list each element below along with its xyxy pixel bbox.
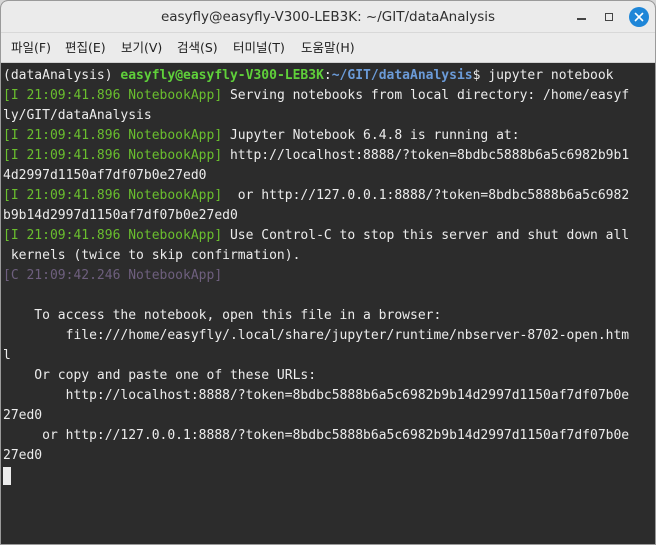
- output-line: 27ed0: [3, 448, 43, 463]
- log-tag: [I 21:09:41.896 NotebookApp]: [3, 88, 223, 103]
- log-message: Use Control-C to stop this server and sh…: [222, 228, 630, 243]
- output-line: To access the notebook, open this file i…: [3, 308, 442, 323]
- title-bar[interactable]: easyfly@easyfly-V300-LEB3K: ~/GIT/dataAn…: [1, 1, 655, 33]
- menu-help[interactable]: 도움말(H): [301, 33, 355, 63]
- log-message: Serving notebooks from local directory: …: [222, 88, 630, 103]
- output-line: l: [3, 348, 11, 363]
- log-tag: [I 21:09:41.896 NotebookApp]: [3, 188, 223, 203]
- log-line: b9b14d2997d1150af7df07b0e27ed0: [3, 206, 645, 226]
- menu-bar: 파일(F) 편집(E) 보기(V) 검색(S) 터미널(T) 도움말(H): [1, 33, 655, 63]
- log-message: kernels (twice to skip confirmation).: [3, 248, 301, 263]
- output-line: Or copy and paste one of these URLs:: [3, 368, 317, 383]
- terminal-output[interactable]: (dataAnalysis) easyfly@easyfly-V300-LEB3…: [1, 63, 645, 544]
- output-line: 27ed0: [3, 408, 43, 423]
- menu-file[interactable]: 파일(F): [11, 33, 51, 63]
- text-cursor: [3, 466, 11, 485]
- menu-terminal[interactable]: 터미널(T): [233, 33, 285, 63]
- critical-log-line: [C 21:09:42.246 NotebookApp]: [3, 266, 645, 286]
- log-line: [I 21:09:41.896 NotebookApp] Serving not…: [3, 86, 645, 106]
- close-button[interactable]: [629, 7, 649, 27]
- log-line: [I 21:09:41.896 NotebookApp] or http://1…: [3, 186, 645, 206]
- prompt-colon: :: [323, 68, 332, 83]
- log-line: [I 21:09:41.896 NotebookApp] Jupyter Not…: [3, 126, 645, 146]
- terminal-window: easyfly@easyfly-V300-LEB3K: ~/GIT/dataAn…: [0, 0, 656, 545]
- prompt-user-host: easyfly@easyfly-V300-LEB3K: [120, 68, 324, 83]
- maximize-icon: [605, 13, 613, 21]
- cursor-line: [3, 466, 645, 486]
- log-tag: [I 21:09:41.896 NotebookApp]: [3, 148, 223, 163]
- log-message: Jupyter Notebook 6.4.8 is running at:: [222, 128, 520, 143]
- minimize-button[interactable]: [571, 7, 591, 27]
- prompt-env: (dataAnalysis): [3, 68, 121, 83]
- menu-view[interactable]: 보기(V): [121, 33, 162, 63]
- log-tag: [I 21:09:41.896 NotebookApp]: [3, 128, 223, 143]
- prompt-path: ~/GIT/dataAnalysis: [331, 68, 473, 83]
- log-message: ly/GIT/dataAnalysis: [3, 108, 152, 123]
- prompt-line: (dataAnalysis) easyfly@easyfly-V300-LEB3…: [3, 66, 645, 86]
- maximize-button[interactable]: [599, 7, 619, 27]
- log-message: b9b14d2997d1150af7df07b0e27ed0: [3, 208, 238, 223]
- log-message: http://localhost:8888/?token=8bdbc5888b6…: [222, 148, 630, 163]
- log-message: 4d2997d1150af7df07b0e27ed0: [3, 168, 207, 183]
- output-line: or http://127.0.0.1:8888/?token=8bdbc588…: [3, 428, 630, 443]
- log-line: 4d2997d1150af7df07b0e27ed0: [3, 166, 645, 186]
- log-line: [I 21:09:41.896 NotebookApp] http://loca…: [3, 146, 645, 166]
- critical-tag: [C 21:09:42.246 NotebookApp]: [3, 268, 223, 283]
- output-line: file:///home/easyfly/.local/share/jupyte…: [3, 328, 630, 343]
- log-line: [I 21:09:41.896 NotebookApp] Use Control…: [3, 226, 645, 246]
- vertical-scrollbar[interactable]: [645, 63, 655, 544]
- menu-edit[interactable]: 편집(E): [65, 33, 106, 63]
- close-icon: [629, 7, 649, 27]
- log-tag: [I 21:09:41.896 NotebookApp]: [3, 228, 223, 243]
- prompt-symbol: $: [472, 68, 489, 83]
- minimize-icon: [576, 18, 586, 20]
- log-line: ly/GIT/dataAnalysis: [3, 106, 645, 126]
- log-message: or http://127.0.0.1:8888/?token=8bdbc588…: [222, 188, 630, 203]
- menu-search[interactable]: 검색(S): [177, 33, 218, 63]
- output-line: http://localhost:8888/?token=8bdbc5888b6…: [3, 388, 630, 403]
- prompt-command: jupyter notebook: [488, 68, 614, 83]
- log-line: kernels (twice to skip confirmation).: [3, 246, 645, 266]
- window-title: easyfly@easyfly-V300-LEB3K: ~/GIT/dataAn…: [160, 9, 496, 25]
